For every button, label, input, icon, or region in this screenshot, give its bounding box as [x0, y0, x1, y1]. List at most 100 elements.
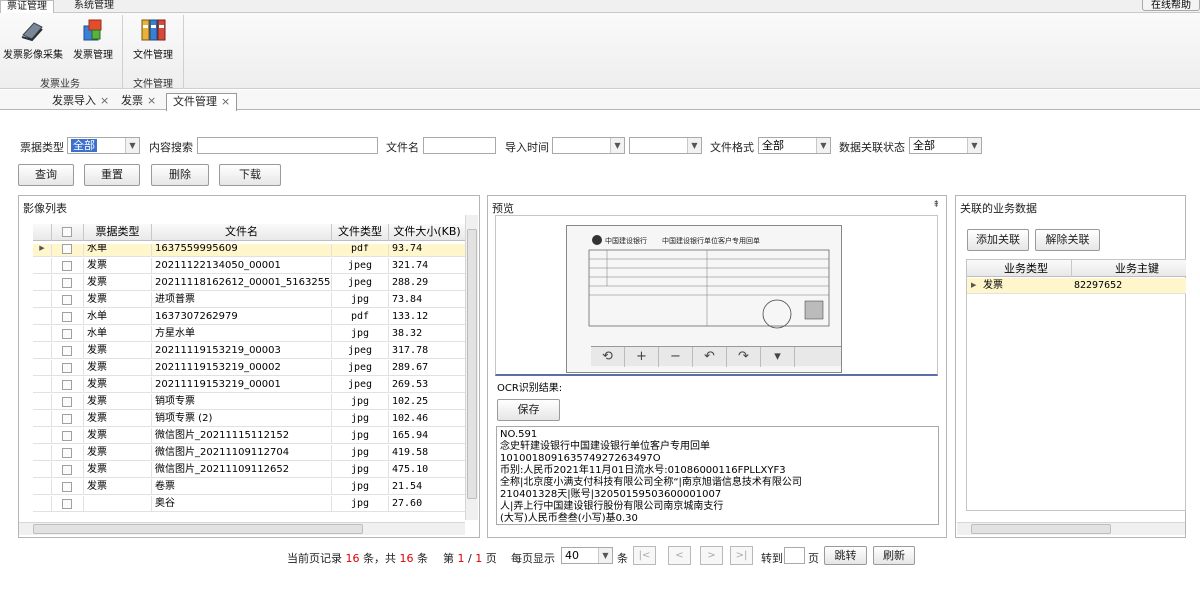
download-button[interactable]: 下载 [219, 164, 281, 186]
link-status-select[interactable]: 全部 ▼ [909, 137, 982, 154]
linked-hscroll[interactable] [957, 522, 1185, 535]
checkbox[interactable] [62, 465, 72, 475]
close-icon[interactable]: × [147, 94, 156, 107]
header-file-type[interactable]: 文件类型 [332, 224, 389, 241]
menu-tab-ticket[interactable]: 票证管理 [0, 0, 54, 14]
invoice-image-capture-button[interactable]: 发票影像采集 [0, 17, 66, 61]
content-search-input[interactable] [197, 137, 378, 154]
table-row[interactable]: 奥谷 jpg 27.60 [33, 496, 466, 512]
ticket-type-select[interactable]: 全部 ▼ [67, 137, 140, 154]
jump-button[interactable]: 跳转 [824, 546, 867, 565]
table-row[interactable]: 发票 销项专票 jpg 102.25 [33, 394, 466, 410]
table-row[interactable]: 发票 20211119153219_00002 jpeg 289.67 [33, 360, 466, 376]
ocr-result-text[interactable]: NO.591 念史轩建设银行中国建设银行单位客户专用回单 1010018091635… [496, 426, 939, 525]
cell-file-size: 27.60 [389, 496, 466, 512]
row-indicator [33, 326, 52, 342]
header-business-key[interactable]: 业务主键 [1072, 260, 1200, 277]
import-time-start[interactable]: ▼ [552, 137, 625, 154]
checkbox[interactable] [62, 244, 72, 254]
checkbox[interactable] [62, 363, 72, 373]
checkbox[interactable] [62, 448, 72, 458]
more-dropdown-icon[interactable]: ▾ [761, 347, 795, 367]
checkbox[interactable] [62, 482, 72, 492]
chevron-down-icon[interactable]: ▼ [598, 548, 612, 563]
checkbox[interactable] [62, 227, 72, 237]
header-filename[interactable]: 文件名 [152, 224, 332, 241]
add-link-button[interactable]: 添加关联 [967, 229, 1029, 251]
header-ticket-type[interactable]: 票据类型 [84, 224, 152, 241]
linked-row[interactable]: ▶ 发票 82297652 [967, 278, 1186, 294]
cell-file-type: jpeg [332, 343, 389, 359]
checkbox[interactable] [62, 329, 72, 339]
next-page-button[interactable]: > [700, 546, 723, 565]
chevron-down-icon[interactable]: ▼ [967, 138, 981, 153]
table-row[interactable]: 发票 20211118162612_00001_5163255… jpeg 288.2… [33, 275, 466, 291]
goto-page-input[interactable] [784, 547, 805, 564]
scroll-thumb[interactable] [971, 524, 1111, 534]
last-page-button[interactable]: >| [730, 546, 753, 565]
image-list-hscroll[interactable] [19, 522, 465, 535]
checkbox[interactable] [62, 278, 72, 288]
checkbox[interactable] [62, 295, 72, 305]
remove-link-button[interactable]: 解除关联 [1035, 229, 1100, 251]
delete-button[interactable]: 删除 [151, 164, 209, 186]
checkbox[interactable] [62, 414, 72, 424]
table-row[interactable]: 发票 销项专票 (2) jpg 102.46 [33, 411, 466, 427]
table-row[interactable]: 水单 方星水单 jpg 38.32 [33, 326, 466, 342]
header-select-all[interactable] [52, 224, 84, 241]
table-row[interactable]: 发票 微信图片_20211109112704 jpg 419.58 [33, 445, 466, 461]
table-row[interactable]: 发票 微信图片_20211115112152 jpg 165.94 [33, 428, 466, 444]
refresh-button[interactable]: 刷新 [873, 546, 915, 565]
scroll-thumb[interactable] [467, 229, 477, 499]
tab-file-management[interactable]: 文件管理 × [166, 93, 238, 111]
prev-page-button[interactable]: < [668, 546, 691, 565]
chevron-down-icon[interactable]: ▼ [610, 138, 624, 153]
checkbox[interactable] [62, 397, 72, 407]
scroll-thumb[interactable] [33, 524, 363, 534]
table-row[interactable]: 发票 进项普票 jpg 73.84 [33, 292, 466, 308]
online-help-button[interactable]: 在线帮助 [1142, 0, 1200, 11]
menu-tab-system[interactable]: 系统管理 [68, 0, 120, 13]
query-button[interactable]: 查询 [18, 164, 74, 186]
undo-icon[interactable]: ↶ [693, 347, 727, 367]
header-file-size[interactable]: 文件大小(KB) [389, 224, 466, 241]
invoice-management-button[interactable]: 发票管理 [68, 17, 118, 61]
table-row[interactable]: 发票 20211119153219_00001 jpeg 269.53 [33, 377, 466, 393]
tab-invoice[interactable]: 发票 × [115, 93, 162, 110]
tab-invoice-import[interactable]: 发票导入 × [46, 93, 115, 110]
zoom-in-icon[interactable]: + [625, 347, 659, 367]
close-icon[interactable]: × [221, 95, 230, 108]
table-row[interactable]: 水单 1637307262979 pdf 133.12 [33, 309, 466, 325]
table-row[interactable]: 发票 微信图片_20211109112652 jpg 475.10 [33, 462, 466, 478]
first-page-button[interactable]: |< [633, 546, 656, 565]
checkbox[interactable] [62, 499, 72, 509]
save-ocr-button[interactable]: 保存 [497, 399, 560, 421]
redo-icon[interactable]: ↷ [727, 347, 761, 367]
ribbon: 发票影像采集 发票管理 文件管理 发票业务 文件管理 [0, 13, 1200, 90]
reset-button[interactable]: 重置 [84, 164, 140, 186]
rotate-icon[interactable]: ⟲ [591, 347, 625, 367]
pin-icon[interactable]: ⇞ [932, 200, 940, 210]
header-business-type[interactable]: 业务类型 [981, 260, 1071, 277]
filename-input[interactable] [423, 137, 496, 154]
table-row[interactable]: ▶ 水单 1637559995609 pdf 93.74 [33, 244, 466, 257]
close-icon[interactable]: × [100, 94, 109, 107]
checkbox[interactable] [62, 312, 72, 322]
cell-filename: 奥谷 [152, 496, 332, 512]
file-format-select[interactable]: 全部 ▼ [758, 137, 831, 154]
table-row[interactable]: 发票 20211119153219_00003 jpeg 317.78 [33, 343, 466, 359]
checkbox[interactable] [62, 261, 72, 271]
image-list-vscroll[interactable] [465, 215, 478, 520]
zoom-out-icon[interactable]: − [659, 347, 693, 367]
table-row[interactable]: 发票 卷票 jpg 21.54 [33, 479, 466, 495]
checkbox[interactable] [62, 431, 72, 441]
import-time-end[interactable]: ▼ [629, 137, 702, 154]
per-page-select[interactable]: 40 ▼ [561, 547, 613, 564]
chevron-down-icon[interactable]: ▼ [816, 138, 830, 153]
checkbox[interactable] [62, 380, 72, 390]
checkbox[interactable] [62, 346, 72, 356]
chevron-down-icon[interactable]: ▼ [687, 138, 701, 153]
table-row[interactable]: 发票 20211122134050_00001 jpeg 321.74 [33, 258, 466, 274]
chevron-down-icon[interactable]: ▼ [125, 138, 139, 153]
file-management-button[interactable]: 文件管理 [128, 17, 178, 61]
